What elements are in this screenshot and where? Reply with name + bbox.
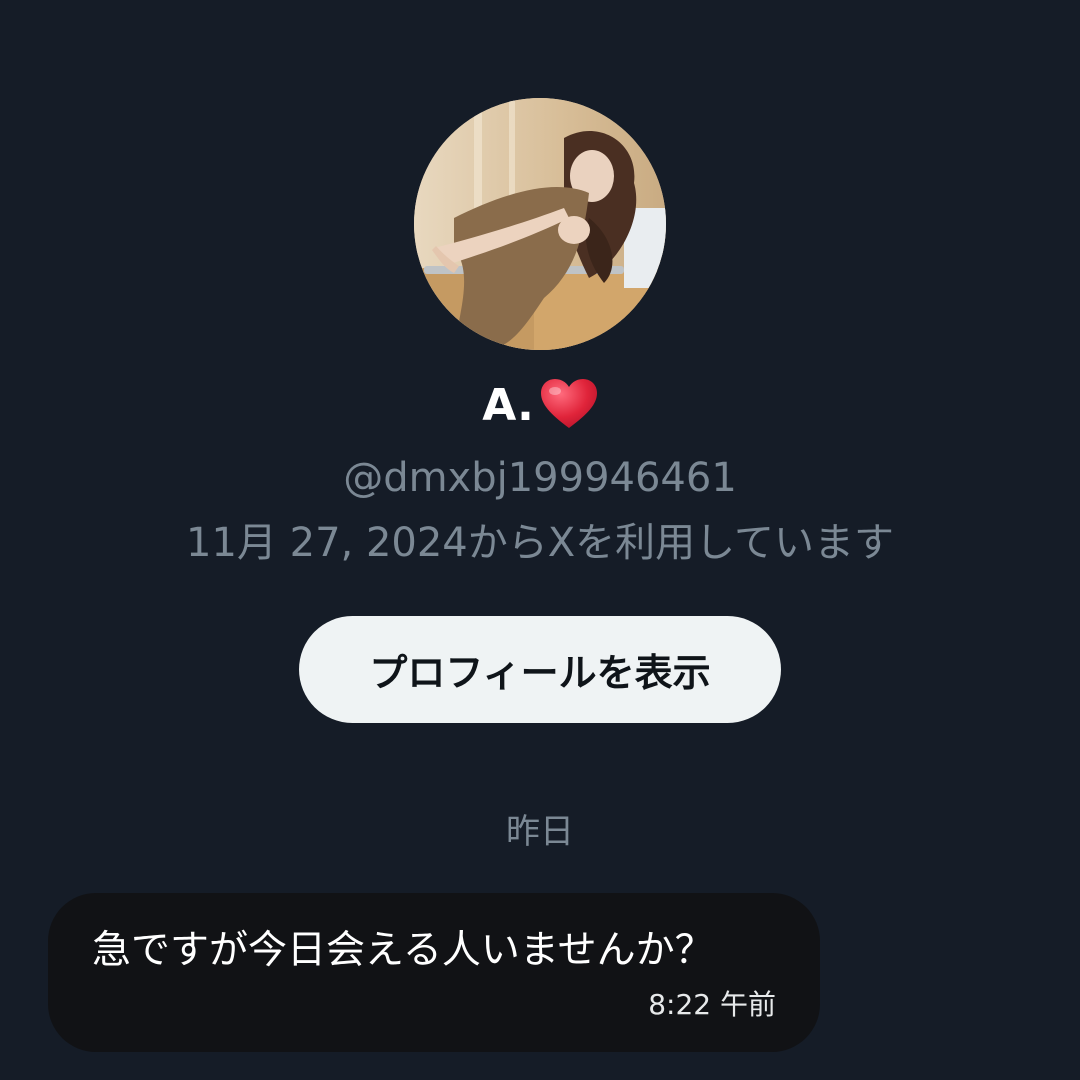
date-separator: 昨日 [506,812,574,852]
message-timestamp: 8:22 午前 [648,988,776,1021]
heart-emoji-icon [540,379,597,428]
display-name-text: A. [482,380,534,431]
joined-date: 11月 27, 2024からXを利用しています [186,520,894,566]
display-name: A. [0,376,1080,436]
message-bubble[interactable]: 急ですが今日会える人いませんか？ 8:22 午前 [48,893,820,1052]
user-handle: @dmxbj199946461 [343,455,737,501]
dm-conversation-screen: A. @dmxbj199946461 11月 27, 2024からXを利用してい… [0,0,1080,1080]
avatar-photo [414,98,666,350]
view-profile-button[interactable]: プロフィールを表示 [299,616,781,723]
avatar[interactable] [414,98,666,350]
message-text: 急ですが今日会える人いませんか？ [92,928,714,973]
